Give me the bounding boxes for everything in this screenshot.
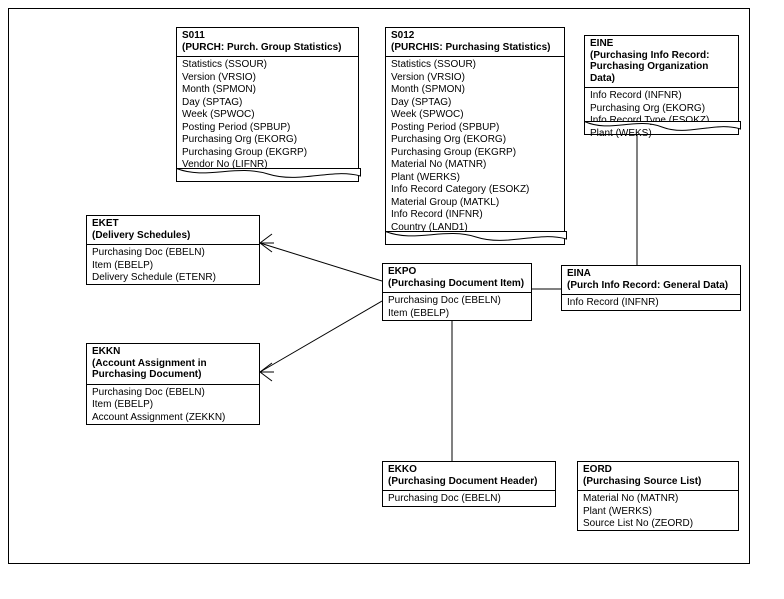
entity-field: Purchasing Doc (EBELN) — [388, 295, 526, 308]
entity-field: Month (SPMON) — [391, 84, 559, 97]
entity-code: EORD — [583, 464, 733, 476]
entity-title: (Purchasing Source List) — [583, 476, 733, 488]
entity-field: Purchasing Doc (EBELN) — [92, 247, 254, 260]
entity-code: S011 — [182, 30, 353, 42]
entity-field: Posting Period (SPBUP) — [182, 122, 353, 135]
entity-field: Delivery Schedule (ETENR) — [92, 272, 254, 285]
entity-field: Plant (WERKS) — [583, 506, 733, 519]
entity-field: Info Record (INFNR) — [590, 90, 733, 103]
entity-field: Posting Period (SPBUP) — [391, 122, 559, 135]
entity-field: Purchasing Org (EKORG) — [182, 134, 353, 147]
entity-title: (Purchasing Document Header) — [388, 476, 550, 488]
entity-s012: S012 (PURCHIS: Purchasing Statistics) St… — [385, 27, 565, 245]
entity-field: Version (VRSIO) — [182, 72, 353, 85]
entity-field: Purchasing Group (EKGRP) — [391, 147, 559, 160]
entity-code: EINE — [590, 38, 733, 50]
entity-field: Purchasing Doc (EBELN) — [388, 493, 550, 506]
entity-field: Month (SPMON) — [182, 84, 353, 97]
entity-code: EKPO — [388, 266, 526, 278]
entity-field: Day (SPTAG) — [391, 97, 559, 110]
entity-field: Info Record (INFNR) — [567, 297, 735, 310]
entity-eina: EINA (Purch Info Record: General Data) I… — [561, 265, 741, 311]
torn-edge-icon — [385, 231, 567, 245]
entity-field: Item (EBELP) — [92, 399, 254, 412]
entity-code: EKET — [92, 218, 254, 230]
entity-field: Info Record (INFNR) — [391, 209, 559, 222]
entity-title: (PURCHIS: Purchasing Statistics) — [391, 42, 559, 54]
entity-ekko: EKKO (Purchasing Document Header) Purcha… — [382, 461, 556, 507]
entity-code: S012 — [391, 30, 559, 42]
entity-title: (Purchasing Document Item) — [388, 278, 526, 290]
entity-field: Statistics (SSOUR) — [391, 59, 559, 72]
entity-field: Purchasing Org (EKORG) — [590, 103, 733, 116]
diagram-canvas: S011 (PURCH: Purch. Group Statistics) St… — [8, 8, 750, 564]
entity-eine: EINE (Purchasing Info Record: Purchasing… — [584, 35, 739, 135]
entity-field: Material No (MATNR) — [391, 159, 559, 172]
entity-field: Purchasing Doc (EBELN) — [92, 387, 254, 400]
entity-title: (Purchasing Info Record: Purchasing Orga… — [590, 50, 733, 85]
entity-ekpo: EKPO (Purchasing Document Item) Purchasi… — [382, 263, 532, 321]
entity-eord: EORD (Purchasing Source List) Material N… — [577, 461, 739, 531]
entity-field: Plant (WERKS) — [391, 172, 559, 185]
entity-field: Source List No (ZEORD) — [583, 518, 733, 531]
entity-title: (Account Assignment in Purchasing Docume… — [92, 358, 254, 381]
entity-field: Material No (MATNR) — [583, 493, 733, 506]
entity-field: Material Group (MATKL) — [391, 197, 559, 210]
torn-edge-icon — [584, 121, 741, 135]
entity-title: (PURCH: Purch. Group Statistics) — [182, 42, 353, 54]
entity-ekkn: EKKN (Account Assignment in Purchasing D… — [86, 343, 260, 425]
torn-edge-icon — [176, 168, 361, 182]
entity-title: (Purch Info Record: General Data) — [567, 280, 735, 292]
entity-field: Item (EBELP) — [388, 308, 526, 321]
entity-code: EKKN — [92, 346, 254, 358]
entity-field: Week (SPWOC) — [182, 109, 353, 122]
entity-field: Version (VRSIO) — [391, 72, 559, 85]
entity-s011: S011 (PURCH: Purch. Group Statistics) St… — [176, 27, 359, 182]
entity-field: Day (SPTAG) — [182, 97, 353, 110]
entity-field: Purchasing Group (EKGRP) — [182, 147, 353, 160]
entity-field: Info Record Category (ESOKZ) — [391, 184, 559, 197]
entity-field: Statistics (SSOUR) — [182, 59, 353, 72]
entity-eket: EKET (Delivery Schedules) Purchasing Doc… — [86, 215, 260, 285]
entity-code: EKKO — [388, 464, 550, 476]
entity-field: Item (EBELP) — [92, 260, 254, 273]
entity-code: EINA — [567, 268, 735, 280]
entity-field: Purchasing Org (EKORG) — [391, 134, 559, 147]
entity-title: (Delivery Schedules) — [92, 230, 254, 242]
entity-field: Week (SPWOC) — [391, 109, 559, 122]
entity-field: Account Assignment (ZEKKN) — [92, 412, 254, 425]
